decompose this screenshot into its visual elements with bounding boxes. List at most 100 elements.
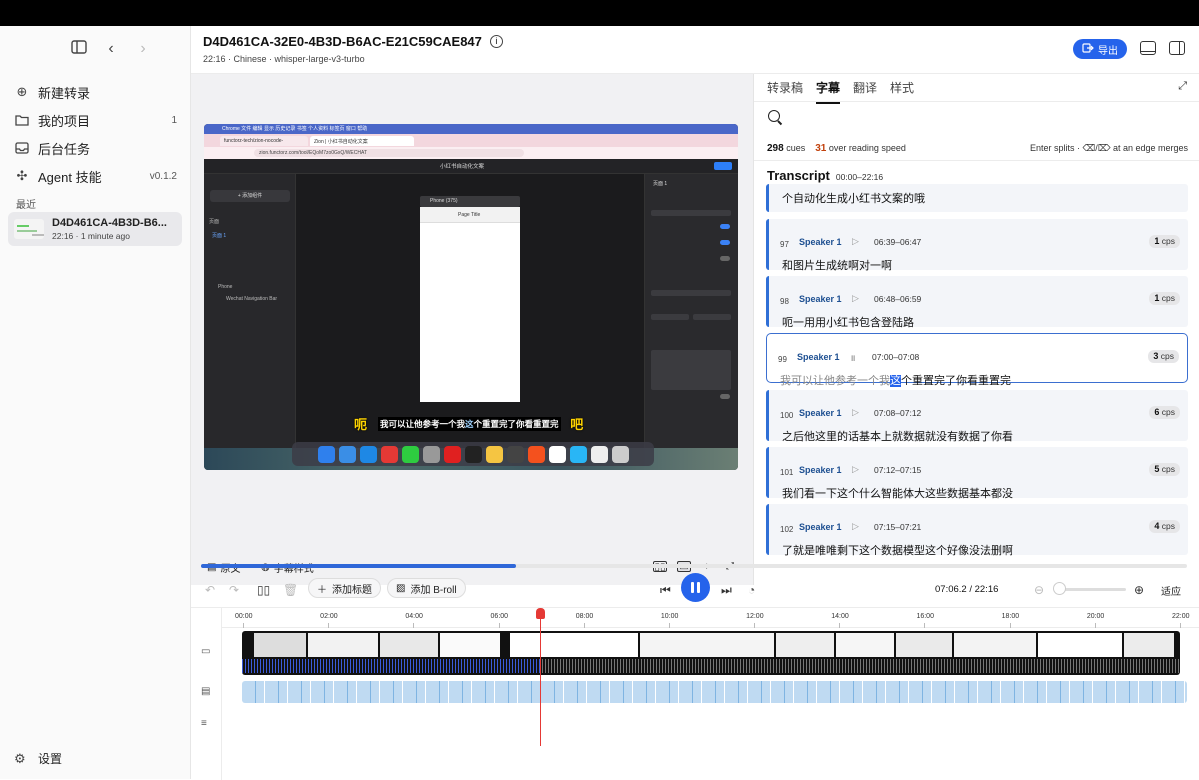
- export-button[interactable]: 导出: [1073, 39, 1127, 59]
- cue-text-played: 我可以让他参考一个我: [780, 375, 890, 387]
- cue-list[interactable]: 个自动化生成小红书文案的哦 97 Speaker 1 ▷ 06:39–06:47…: [766, 184, 1188, 585]
- zoom-out-icon[interactable]: ⊖: [1034, 583, 1044, 597]
- cps-unit: cps: [1161, 521, 1175, 531]
- playback-progress-bar[interactable]: [201, 564, 1187, 568]
- zoom-in-icon[interactable]: ⊕: [1134, 583, 1144, 597]
- speaker-label[interactable]: Speaker 1: [799, 294, 842, 304]
- header: D4D461CA-32E0-4B3D-B6AC-E21C59CAE847 i 2…: [191, 26, 1199, 74]
- play-cue-icon[interactable]: ▷: [852, 464, 859, 475]
- speaker-label[interactable]: Speaker 1: [799, 408, 842, 418]
- sidebar-item-my-projects[interactable]: 我的项目 1: [0, 106, 191, 134]
- toggle-right-panel-icon[interactable]: [1169, 41, 1185, 55]
- speaker-label[interactable]: Speaker 1: [799, 522, 842, 532]
- ruler-tick: [668, 623, 670, 628]
- cue-item[interactable]: 102 Speaker 1 ▷ 07:15–07:21 4 cps 了就是唯唯剩…: [766, 504, 1188, 558]
- playhead[interactable]: [540, 616, 541, 746]
- play-cue-icon[interactable]: ▷: [852, 407, 859, 418]
- skip-back-icon[interactable]: ⏮︎: [660, 583, 671, 598]
- cue-item[interactable]: 100 Speaker 1 ▷ 07:08–07:12 6 cps 之后他这里的…: [766, 390, 1188, 444]
- ruler-tick-label: 00:00: [235, 613, 253, 620]
- speed-icon[interactable]: ◔: [748, 583, 755, 597]
- recorded-prop-row: [651, 210, 731, 216]
- zoom-slider-handle[interactable]: [1053, 582, 1066, 595]
- cue-text[interactable]: 呃一用用小红书包含登陆路: [782, 314, 914, 330]
- time-ruler[interactable]: 00:00 02:00 04:00 06:00 08:00 10:00 12:00 14:00…: [222, 608, 1199, 628]
- cps-unit: cps: [1161, 236, 1175, 246]
- sidebar-item-agent-skills[interactable]: ✣ Agent 技能 v0.1.2: [0, 162, 191, 190]
- forward-arrow-icon[interactable]: ›: [134, 40, 152, 58]
- speaker-label[interactable]: Speaker 1: [797, 352, 840, 362]
- sidebar-item-new-transcription[interactable]: ⊕ 新建转录: [0, 78, 191, 106]
- expand-icon[interactable]: ⤢: [1178, 80, 1187, 93]
- divider: [754, 160, 1199, 161]
- recorded-right-title: 页面 1: [653, 181, 668, 187]
- ruler-tick-label: 16:00: [916, 613, 934, 620]
- video-thumbnail: [1038, 633, 1122, 657]
- recorded-app-title: 小红书自动化文案: [440, 164, 485, 170]
- play-cue-icon[interactable]: ▷: [852, 293, 859, 304]
- play-cue-icon[interactable]: ▷: [852, 236, 859, 247]
- recent-project-card[interactable]: D4D461CA-4B3D-B6... 22:16 · 1 minute ago: [8, 212, 182, 246]
- video-track[interactable]: [242, 631, 1180, 675]
- search-icon[interactable]: [768, 110, 780, 122]
- cue-item[interactable]: 101 Speaker 1 ▷ 07:12–07:15 5 cps 我们看一下这…: [766, 447, 1188, 501]
- undo-icon[interactable]: ↶: [205, 583, 215, 597]
- transcript-title: Transcript: [767, 168, 830, 183]
- recorded-browser-tabs: functorz-tech/zion-nocode- Zion | 小红书自动化…: [204, 134, 738, 147]
- recorded-toggle: [720, 394, 730, 399]
- subtitle-track[interactable]: [242, 681, 1187, 703]
- video-thumbnail: [776, 633, 834, 657]
- dock-app-icon: [569, 445, 587, 463]
- pause-cue-icon[interactable]: ॥: [850, 351, 855, 364]
- transcript-range: 00:00–22:16: [835, 172, 884, 182]
- recorded-page-title: Page Title: [458, 212, 481, 218]
- cue-item[interactable]: 97 Speaker 1 ▷ 06:39–06:47 1 cps 和图片生成统啊…: [766, 219, 1188, 273]
- video-frame[interactable]: Chrome 文件 编辑 显示 历史记录 书签 个人资料 标签页 窗口 帮助 f…: [204, 124, 738, 470]
- add-broll-button[interactable]: ▨ 添加 B-roll: [387, 578, 466, 598]
- cue-item-active[interactable]: 99 Speaker 1 ॥ 07:00–07:08 3 cps 我可以让他参考…: [766, 333, 1188, 387]
- settings-button[interactable]: ⚙ 设置: [14, 750, 62, 767]
- recorded-url-bar: zion.functorz.com/tool/EQoM7zo0GxQ/WECHA…: [204, 147, 738, 159]
- toggle-bottom-panel-icon[interactable]: [1140, 41, 1156, 55]
- cue-text[interactable]: 个自动化生成小红书文案的哦: [782, 190, 925, 206]
- speaker-label[interactable]: Speaker 1: [799, 465, 842, 475]
- redo-icon[interactable]: ↷: [229, 583, 239, 597]
- add-title-button[interactable]: ＋ 添加标题: [308, 578, 381, 598]
- back-arrow-icon[interactable]: ‹: [102, 40, 120, 58]
- play-cue-icon[interactable]: ▷: [852, 521, 859, 532]
- cue-number: 98: [780, 297, 789, 306]
- plus-circle-icon: ⊕: [16, 84, 28, 99]
- info-icon[interactable]: i: [489, 35, 503, 48]
- cps-unit: cps: [1161, 293, 1175, 303]
- ruler-tick: [924, 623, 926, 628]
- zoom-slider[interactable]: [1058, 588, 1126, 591]
- player-toolbar: ↶ ↷ ▯▯ 🗑︎ ＋ 添加标题 ▨ 添加 B-roll ⏮︎ ⏭︎ ◔ 07:…: [191, 571, 1199, 607]
- speaker-label[interactable]: Speaker 1: [799, 237, 842, 247]
- cue-text-editor[interactable]: 我可以让他参考一个我这个重置完了你看重置完: [780, 372, 1011, 388]
- skip-forward-icon[interactable]: ⏭︎: [721, 583, 732, 598]
- recorded-phone-header: Page Title: [420, 207, 520, 223]
- cue-number: 100: [780, 411, 794, 420]
- cps-value: 5: [1154, 464, 1160, 474]
- video-thumbnail: [1124, 633, 1174, 657]
- cue-text[interactable]: 了就是唯唯剩下这个数据模型这个好像没法删啊: [782, 542, 1013, 558]
- export-label: 导出: [1098, 45, 1118, 57]
- dock-wechat-icon: [401, 445, 419, 463]
- cue-text[interactable]: 和图片生成统啊对一啊: [782, 257, 892, 273]
- edit-hint: Enter splits · ⌫/⌦ at an edge merges: [1029, 143, 1188, 153]
- split-icon[interactable]: ▯▯: [257, 583, 270, 597]
- subtitle-track-icon: ▤: [201, 686, 211, 697]
- cue-text[interactable]: 我们看一下这个什么智能体大这些数据基本都没: [782, 485, 1013, 501]
- cue-item[interactable]: 个自动化生成小红书文案的哦: [766, 184, 1188, 212]
- fit-button[interactable]: 适应: [1161, 583, 1181, 598]
- ruler-tick-label: 06:00: [490, 613, 509, 620]
- pause-button[interactable]: [681, 573, 710, 602]
- cue-item[interactable]: 98 Speaker 1 ▷ 06:48–06:59 1 cps 呃一用用小红书…: [766, 276, 1188, 330]
- ruler-tick: [839, 623, 841, 628]
- trash-icon[interactable]: 🗑︎: [283, 583, 298, 597]
- ruler-tick: [413, 623, 415, 628]
- transcript-panel: 转录稿 字幕 翻译 样式 ⤢ 298 cues 31 over reading …: [753, 74, 1199, 585]
- sidebar-toggle-icon[interactable]: [70, 40, 88, 58]
- cue-text[interactable]: 之后他这里的话基本上就数据就没有数据了你看: [782, 428, 1013, 444]
- sidebar-item-background-tasks[interactable]: 后台任务: [0, 134, 191, 162]
